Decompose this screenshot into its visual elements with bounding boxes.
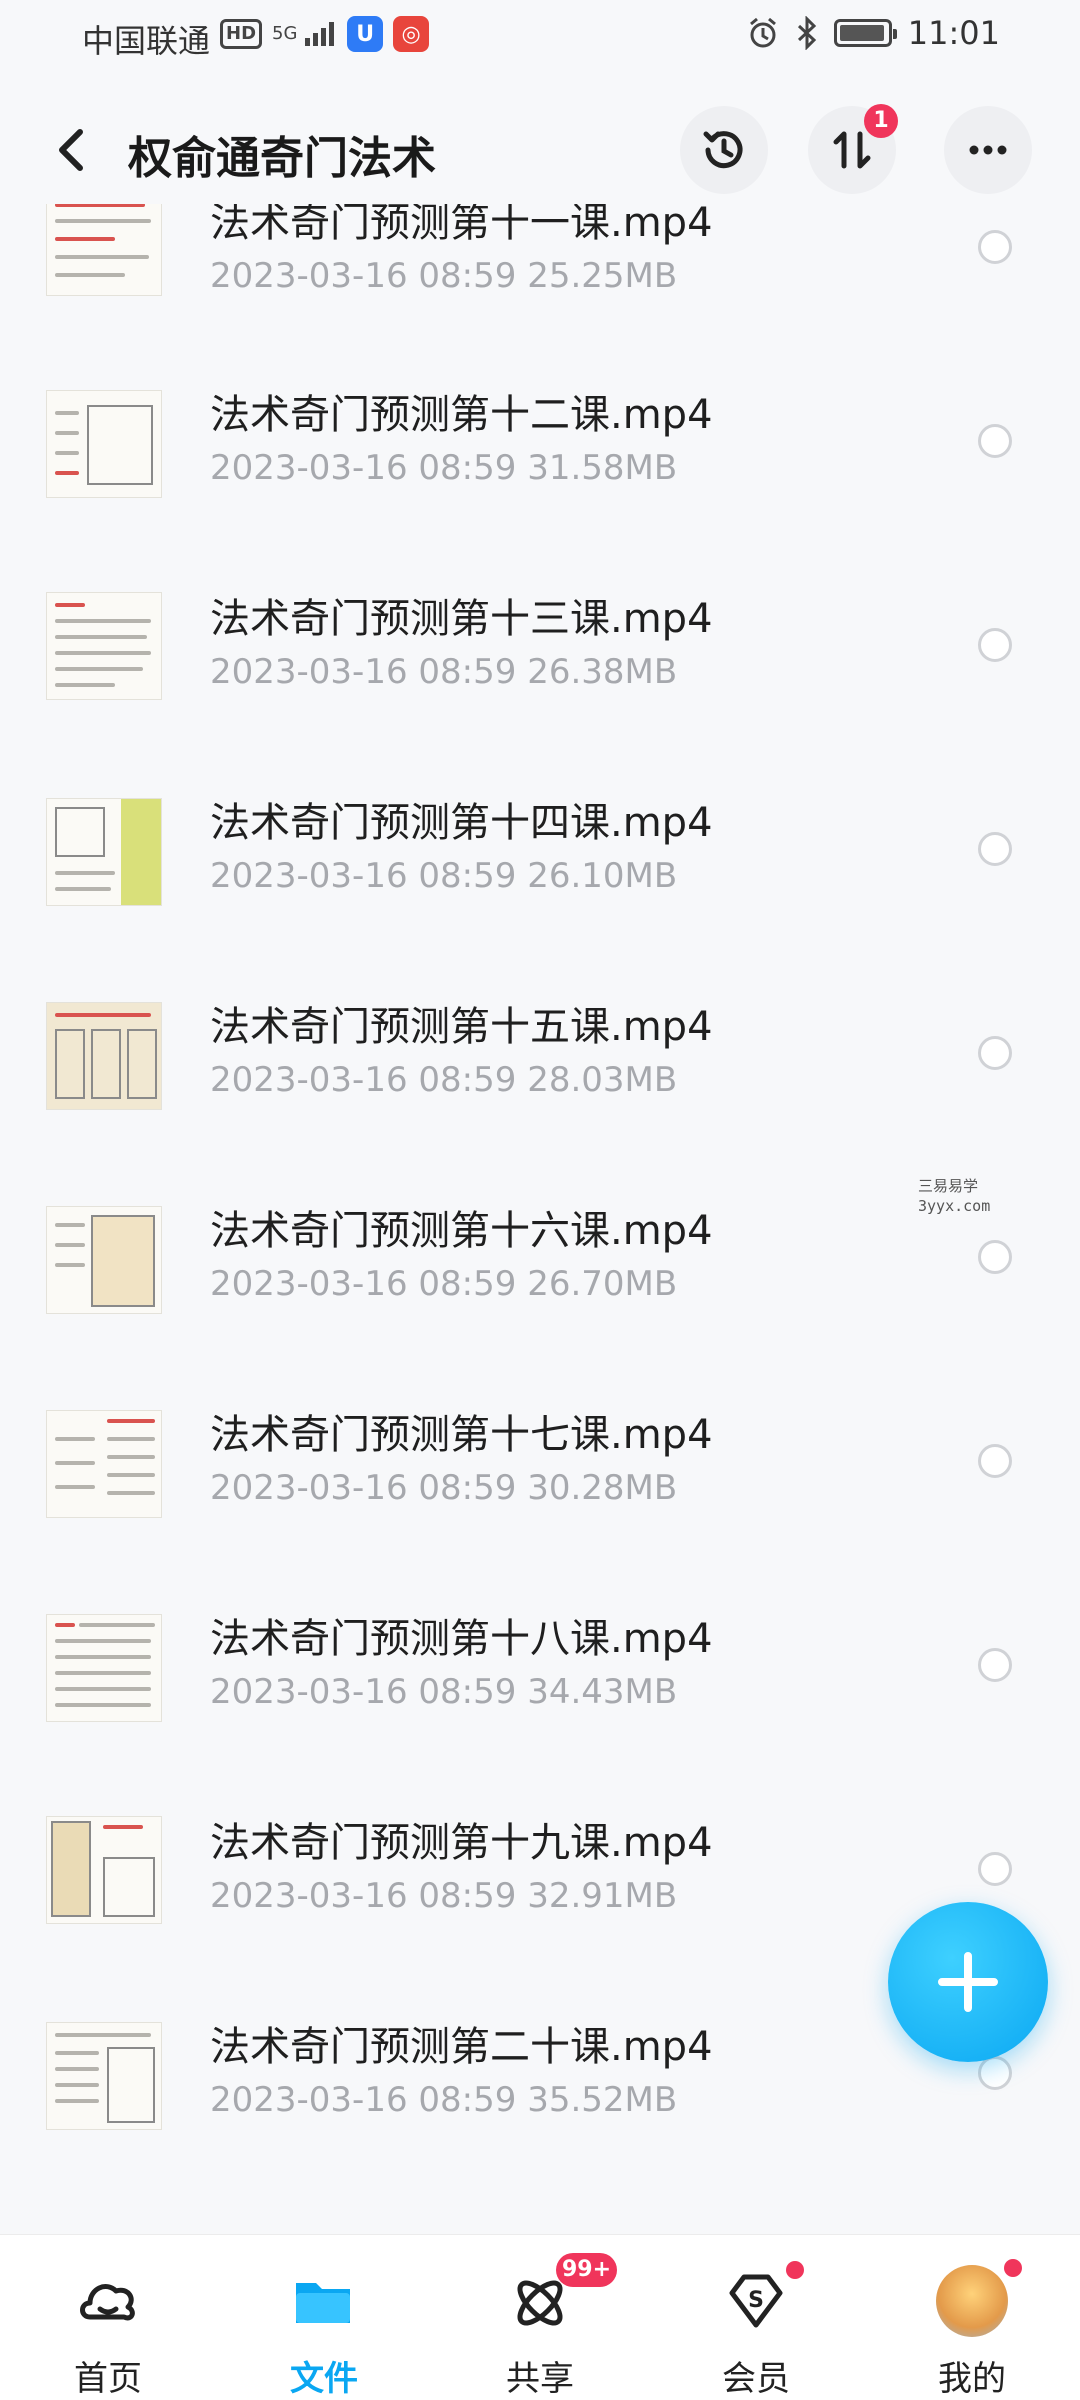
video-thumbnail	[46, 1206, 162, 1314]
clock: 11:01	[907, 14, 1000, 52]
file-meta: 2023-03-16 08:59 35.52MB	[210, 2080, 678, 2120]
plus-icon	[938, 1952, 998, 2012]
select-radio[interactable]	[978, 2056, 1012, 2090]
select-radio[interactable]	[978, 628, 1012, 662]
file-name: 法术奇门预测第十七课.mp4	[210, 1412, 713, 1458]
video-thumbnail	[46, 390, 162, 498]
video-thumbnail	[46, 798, 162, 906]
file-meta: 2023-03-16 08:59 26.10MB	[210, 856, 678, 896]
video-thumbnail	[46, 592, 162, 700]
list-item[interactable]: 法术奇门预测第十二课.mp4 2023-03-16 08:59 31.58MB	[0, 344, 1080, 548]
file-name: 法术奇门预测第十六课.mp4	[210, 1208, 713, 1254]
file-name: 法术奇门预测第十九课.mp4	[210, 1820, 713, 1866]
select-radio[interactable]	[978, 230, 1012, 264]
nav-home-label: 首页	[74, 2359, 142, 2399]
select-radio[interactable]	[978, 1648, 1012, 1682]
select-radio[interactable]	[978, 1852, 1012, 1886]
hd-icon: HD	[220, 19, 263, 49]
file-name: 法术奇门预测第二十课.mp4	[210, 2024, 713, 2070]
app-notification-icon-2: ◎	[393, 16, 430, 52]
file-meta: 2023-03-16 08:59 32.91MB	[210, 1876, 678, 1916]
avatar	[936, 2265, 1008, 2337]
signal-icon: 5G	[272, 22, 337, 46]
file-meta: 2023-03-16 08:59 26.38MB	[210, 652, 678, 692]
vip-diamond-icon: S	[729, 2274, 783, 2328]
file-meta: 2023-03-16 08:59 34.43MB	[210, 1672, 678, 1712]
transfer-badge: 1	[864, 104, 898, 138]
page-title: 权俞通奇门法术	[128, 133, 436, 184]
list-item[interactable]: 法术奇门预测第十四课.mp4 2023-03-16 08:59 26.10MB	[0, 752, 1080, 956]
select-radio[interactable]	[978, 1444, 1012, 1478]
battery-icon	[833, 19, 897, 47]
more-dots-icon	[969, 145, 1007, 155]
file-meta: 2023-03-16 08:59 28.03MB	[210, 1060, 678, 1100]
select-radio[interactable]	[978, 1240, 1012, 1274]
video-thumbnail	[46, 1410, 162, 1518]
chevron-left-icon	[59, 129, 83, 171]
me-notification-dot	[1004, 2259, 1022, 2277]
nav-vip[interactable]: S 会员	[686, 2261, 826, 2400]
video-thumbnail	[46, 1002, 162, 1110]
file-meta: 2023-03-16 08:59 31.58MB	[210, 448, 678, 488]
file-name: 法术奇门预测第十四课.mp4	[210, 800, 713, 846]
file-name: 法术奇门预测第十二课.mp4	[210, 392, 713, 438]
alarm-icon	[749, 17, 776, 48]
top-bar: 权俞通奇门法术 1	[0, 100, 1080, 210]
list-item[interactable]: 法术奇门预测第十七课.mp4 2023-03-16 08:59 30.28MB	[0, 1364, 1080, 1568]
file-name: 法术奇门预测第十五课.mp4	[210, 1004, 713, 1050]
folder-icon	[296, 2283, 350, 2323]
select-radio[interactable]	[978, 424, 1012, 458]
watermark: 三易易学 3yyx.com	[918, 1177, 991, 1215]
nav-me-label: 我的	[938, 2359, 1006, 2399]
vip-notification-dot	[786, 2261, 804, 2279]
status-bar: 中国联通 HD 5G U ◎ 11:01	[0, 0, 1080, 72]
history-button[interactable]	[680, 106, 768, 194]
bottom-nav: 首页 文件 99+ 共享 S 会员 我的	[0, 2234, 1080, 2400]
nav-vip-label: 会员	[722, 2359, 790, 2399]
more-button[interactable]	[944, 106, 1032, 194]
carrier-label: 中国联通	[82, 22, 211, 60]
list-item[interactable]: 法术奇门预测第十一课.mp4 2023-03-16 08:59 25.25MB	[0, 204, 1080, 344]
file-meta: 2023-03-16 08:59 25.25MB	[210, 256, 678, 296]
select-radio[interactable]	[978, 832, 1012, 866]
nav-home[interactable]: 首页	[38, 2265, 178, 2400]
video-thumbnail	[46, 1614, 162, 1722]
network-type: 5G	[272, 23, 298, 44]
svg-text:S: S	[748, 2288, 764, 2313]
bluetooth-icon	[797, 16, 816, 50]
video-thumbnail	[46, 1816, 162, 1924]
history-icon	[703, 131, 743, 169]
nav-files-label: 文件	[290, 2359, 358, 2399]
nav-me[interactable]: 我的	[902, 2259, 1042, 2400]
transfer-button[interactable]: 1	[808, 104, 898, 194]
back-button[interactable]	[44, 120, 104, 180]
file-name: 法术奇门预测第十八课.mp4	[210, 1616, 713, 1662]
file-meta: 2023-03-16 08:59 30.28MB	[210, 1468, 678, 1508]
nav-files[interactable]: 文件	[254, 2265, 394, 2400]
nav-share-label: 共享	[506, 2359, 574, 2399]
cloud-home-icon	[80, 2284, 135, 2321]
file-name: 法术奇门预测第十三课.mp4	[210, 596, 713, 642]
list-item[interactable]: 法术奇门预测第十八课.mp4 2023-03-16 08:59 34.43MB	[0, 1568, 1080, 1772]
nav-share[interactable]: 99+ 共享	[470, 2253, 618, 2400]
video-thumbnail	[46, 2022, 162, 2130]
share-badge: 99+	[556, 2253, 618, 2287]
add-button[interactable]	[888, 1902, 1048, 2062]
select-radio[interactable]	[978, 1036, 1012, 1070]
video-thumbnail	[46, 204, 162, 296]
app-notification-icon: U	[347, 16, 384, 52]
list-item[interactable]: 法术奇门预测第十三课.mp4 2023-03-16 08:59 26.38MB	[0, 548, 1080, 752]
file-name: 法术奇门预测第十一课.mp4	[210, 204, 713, 246]
list-item[interactable]: 法术奇门预测第十五课.mp4 2023-03-16 08:59 28.03MB	[0, 956, 1080, 1160]
file-meta: 2023-03-16 08:59 26.70MB	[210, 1264, 678, 1304]
